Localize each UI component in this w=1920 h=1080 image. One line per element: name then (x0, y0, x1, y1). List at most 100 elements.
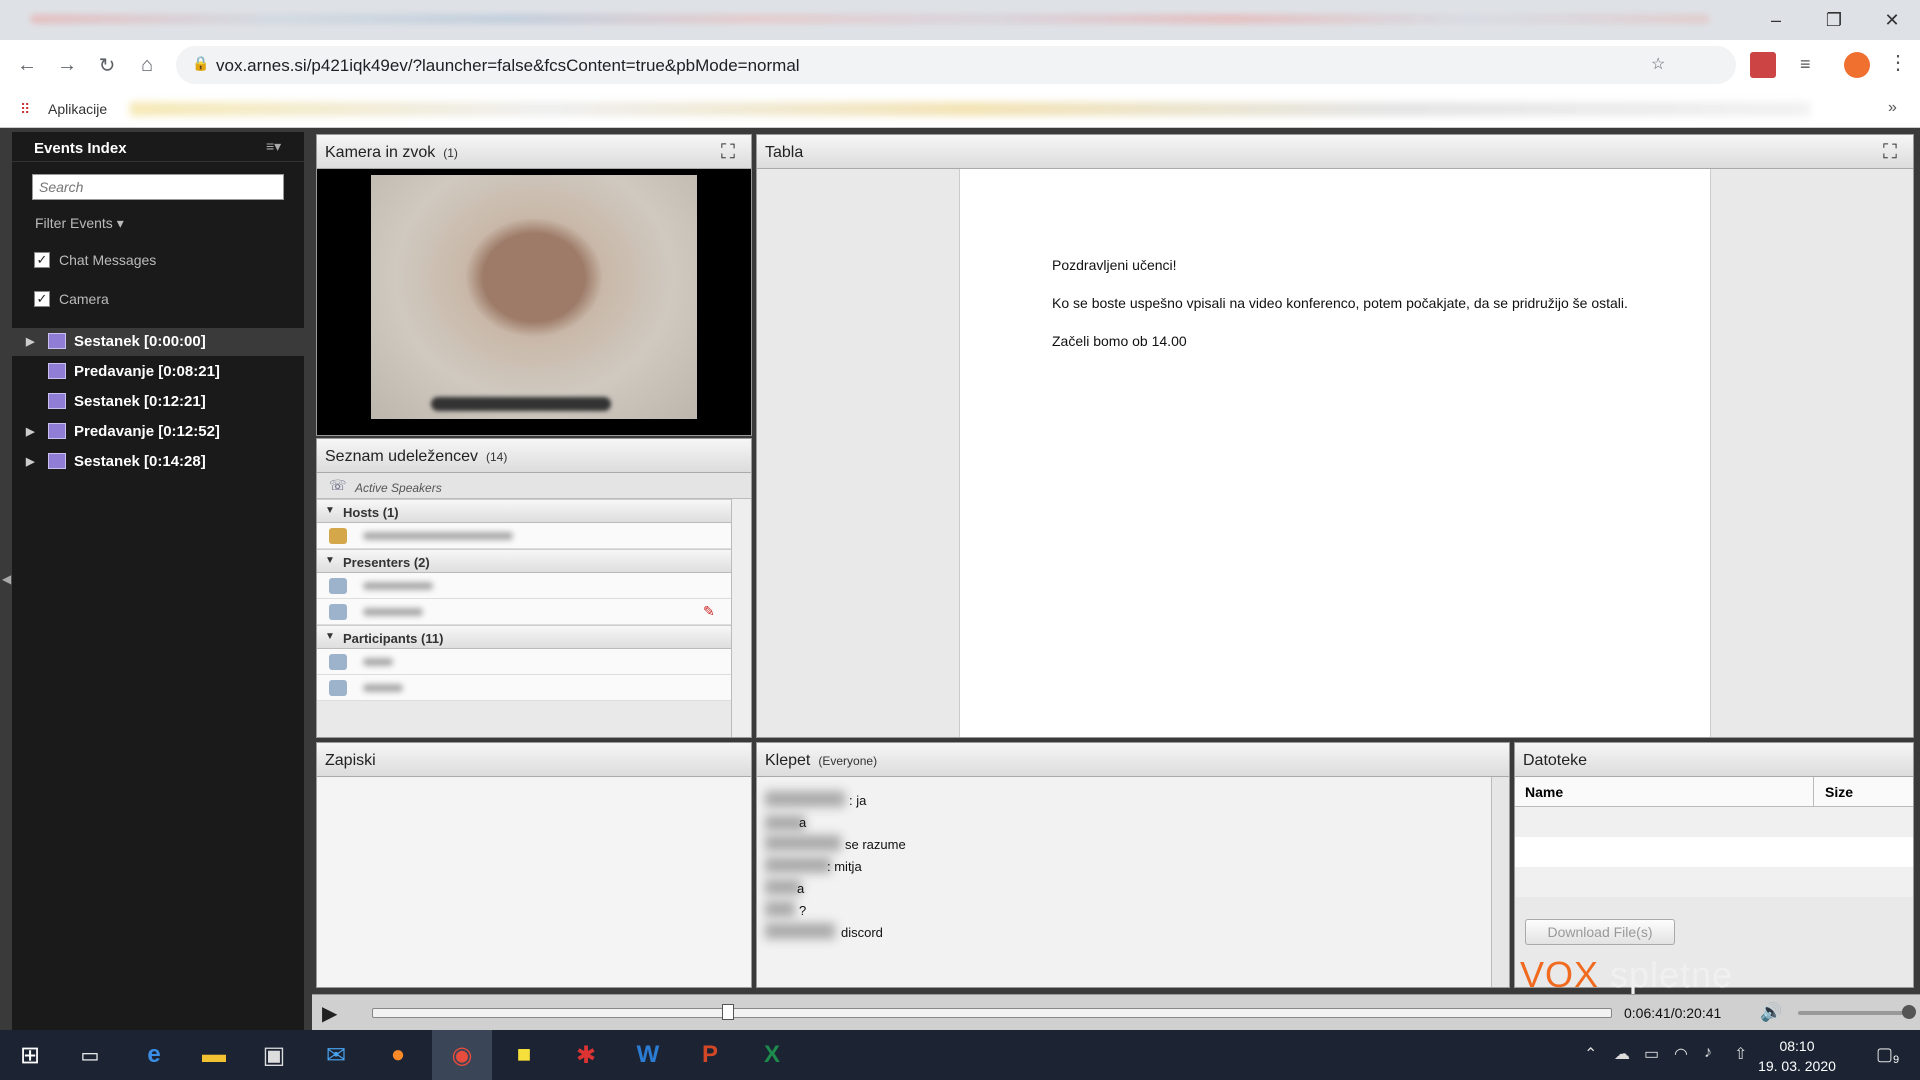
event-layout-icon (48, 393, 66, 409)
camera-checkbox[interactable]: ✓ (34, 291, 50, 307)
attendee-row[interactable] (317, 675, 731, 701)
attendee-row[interactable] (317, 573, 731, 599)
vox-app: Events Index ≡▾ Filter Events ▾ ✓ Chat M… (0, 128, 1920, 1037)
notifications-icon[interactable]: ▢ (1876, 1044, 1893, 1065)
store-icon[interactable]: ▣ (244, 1030, 304, 1080)
whiteboard-line: Ko se boste uspešno vpisali na video kon… (1052, 295, 1628, 311)
collapse-icon[interactable]: ▼ (325, 505, 335, 516)
event-item[interactable]: ▶ Sestanek [0:14:28] (12, 448, 304, 476)
microphone-icon: ✎ (703, 603, 715, 619)
expand-icon[interactable]: ▶ (26, 455, 34, 468)
tray-chevron-icon[interactable]: ⌃ (1584, 1044, 1597, 1064)
close-icon[interactable]: ✕ (1864, 0, 1920, 40)
excel-icon[interactable]: X (742, 1030, 802, 1080)
minimize-icon[interactable]: – (1748, 0, 1804, 40)
attendee-name-blur (363, 658, 393, 666)
attendee-row[interactable] (317, 523, 731, 549)
upload-icon[interactable]: ⇧ (1734, 1044, 1747, 1064)
pdf-extension-icon[interactable] (1750, 52, 1776, 78)
onedrive-icon[interactable]: ☁ (1614, 1044, 1630, 1064)
attendee-name-blur (363, 608, 423, 616)
edge-icon[interactable]: e (124, 1030, 184, 1080)
playback-thumb[interactable] (722, 1004, 734, 1020)
chrome-icon[interactable]: ◉ (432, 1030, 492, 1080)
chat-scrollbar[interactable] (1491, 777, 1509, 987)
files-pod-header: Datoteke (1515, 743, 1913, 777)
whiteboard-pod-header: Tabla ⛶ (757, 135, 1913, 169)
group-hosts[interactable]: ▼ Hosts (1) (317, 499, 731, 523)
filter-events-dropdown[interactable]: Filter Events ▾ (35, 215, 124, 232)
volume-slider[interactable] (1798, 1011, 1908, 1015)
group-participants[interactable]: ▼ Participants (11) (317, 625, 731, 649)
bookmarks-blur (130, 102, 1810, 116)
bookmarks-more[interactable]: » (1888, 99, 1897, 117)
sticky-notes-icon[interactable]: ■ (494, 1030, 554, 1080)
camera-pod: Kamera in zvok (1) ⛶ (316, 134, 752, 436)
apps-grid-icon[interactable]: ⠿ (20, 101, 30, 118)
word-icon[interactable]: W (618, 1030, 678, 1080)
attendee-row[interactable]: ✎ (317, 599, 731, 625)
media-icon[interactable]: ≡ (1800, 54, 1811, 75)
file-explorer-icon[interactable]: ▬ (184, 1030, 244, 1080)
address-bar[interactable]: 🔒 vox.arnes.si/p421iqk49ev/?launcher=fal… (176, 46, 1736, 84)
forward-icon[interactable]: → (52, 50, 82, 80)
chat-pod: Klepet (Everyone) : ja a se razume : mitj… (756, 742, 1510, 988)
menu-icon[interactable]: ⋮ (1888, 50, 1908, 75)
chat-messages-checkbox[interactable]: ✓ (34, 252, 50, 268)
battery-icon[interactable]: ▭ (1644, 1044, 1659, 1064)
volume-icon[interactable]: 🔊 (1760, 1002, 1782, 1023)
wifi-icon[interactable]: ◠ (1674, 1044, 1688, 1064)
file-row (1515, 807, 1913, 837)
task-view-icon[interactable]: ▭ (60, 1030, 120, 1080)
playback-time: 0:06:41/0:20:41 (1624, 1005, 1722, 1021)
event-item[interactable]: Sestanek [0:12:21] (12, 388, 304, 416)
camera-label: Camera (59, 291, 109, 307)
sender-blur (765, 791, 845, 807)
fullscreen-icon[interactable]: ⛶ (1883, 142, 1903, 162)
collapse-panel-icon[interactable]: ◀ (2, 572, 11, 586)
whiteboard-page[interactable]: Pozdravljeni učenci! Ko se boste uspešno… (959, 169, 1711, 737)
camera-pod-header: Kamera in zvok (1) ⛶ (317, 135, 751, 169)
restore-icon[interactable]: ❐ (1806, 0, 1862, 40)
playback-track[interactable] (372, 1008, 1612, 1018)
avatar[interactable] (1844, 52, 1870, 78)
volume-knob[interactable] (1902, 1005, 1916, 1019)
attendees-scrollbar[interactable] (731, 499, 751, 737)
collapse-icon[interactable]: ▼ (325, 631, 335, 642)
column-size[interactable]: Size (1825, 784, 1853, 800)
event-item[interactable]: ▶ Predavanje [0:12:52] (12, 418, 304, 446)
taskbar-clock[interactable]: 08:10 19. 03. 2020 (1752, 1036, 1842, 1076)
events-menu-icon[interactable]: ≡▾ (266, 138, 281, 155)
events-search-input[interactable] (32, 174, 284, 200)
powerpoint-icon[interactable]: P (680, 1030, 740, 1080)
reload-icon[interactable]: ↻ (92, 50, 122, 80)
event-item[interactable]: ▶ Sestanek [0:00:00] (12, 328, 304, 356)
mail-icon[interactable]: ✉ (306, 1030, 366, 1080)
filter-events-label: Filter Events (35, 215, 113, 231)
windows-start-icon[interactable]: ⊞ (0, 1030, 60, 1080)
download-files-button[interactable]: Download File(s) (1525, 919, 1675, 945)
back-icon[interactable]: ← (12, 50, 42, 80)
webcam-image (371, 175, 697, 419)
bookmark-apps[interactable]: Aplikacije (48, 101, 107, 117)
firefox-icon[interactable]: ● (368, 1030, 428, 1080)
play-icon[interactable]: ▶ (322, 1001, 346, 1025)
chat-message: a (797, 881, 805, 896)
expand-icon[interactable]: ▶ (26, 425, 34, 438)
notes-body[interactable] (317, 777, 751, 987)
files-pod: Datoteke Name Size Download File(s) (1514, 742, 1914, 988)
app-icon[interactable]: ✱ (556, 1030, 616, 1080)
collapse-icon[interactable]: ▼ (325, 555, 335, 566)
star-icon[interactable]: ☆ (1651, 54, 1665, 74)
expand-icon[interactable]: ▶ (26, 335, 34, 348)
group-presenters[interactable]: ▼ Presenters (2) (317, 549, 731, 573)
attendee-row[interactable] (317, 649, 731, 675)
speaker-tray-icon[interactable]: ♪ (1704, 1044, 1712, 1062)
event-layout-icon (48, 423, 66, 439)
home-icon[interactable]: ⌂ (132, 50, 162, 80)
whiteboard-pod: Tabla ⛶ Pozdravljeni učenci! Ko se boste… (756, 134, 1914, 738)
fullscreen-icon[interactable]: ⛶ (721, 142, 741, 162)
event-item[interactable]: Predavanje [0:08:21] (12, 358, 304, 386)
column-name[interactable]: Name (1525, 784, 1563, 800)
camera-video (317, 169, 751, 435)
